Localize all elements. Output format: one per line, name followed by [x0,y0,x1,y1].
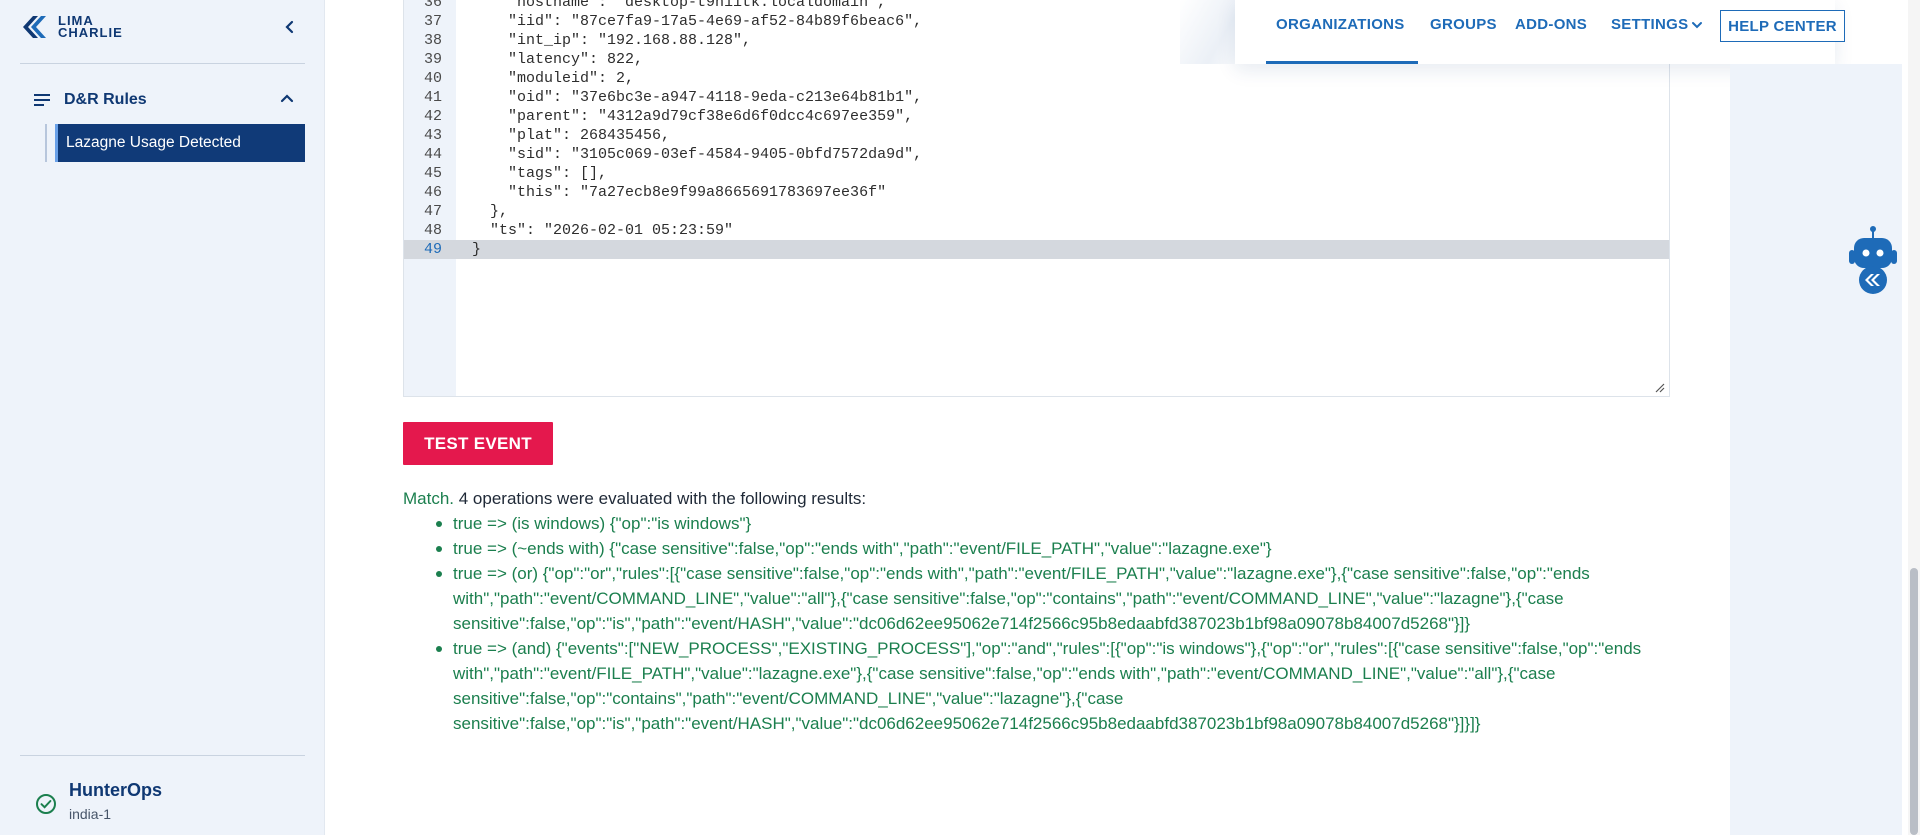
sidebar-item-lazagne-usage-detected[interactable]: Lazagne Usage Detected [55,124,305,162]
line-number: 41 [423,89,442,106]
sidebar: LIMA CHARLIE D&R Rules Lazagne Usage Det… [0,0,325,835]
code-line[interactable]: 43 "plat": 268435456, [404,126,1669,145]
code-line[interactable]: 44 "sid": "3105c069-03ef-4584-9405-0bfd7… [404,145,1669,164]
line-code: "tags": [], [472,165,608,182]
robot-icon[interactable] [1846,224,1900,304]
list-icon [34,94,50,106]
test-event-button[interactable]: TEST EVENT [403,422,553,465]
line-number: 39 [423,51,442,68]
results-list: true => (is windows) {"op":"is windows"}… [403,511,1693,736]
line-code: } [472,241,482,258]
line-code: "int_ip": "192.168.88.128", [472,32,752,49]
line-number: 38 [423,32,442,49]
line-number: 46 [423,184,442,201]
results-summary-text: 4 operations were evaluated with the fol… [454,489,867,508]
org-region: india-1 [69,806,112,822]
logo[interactable]: LIMA CHARLIE [20,14,123,40]
line-code: "this": "7a27ecb8e9f99a8665691783697ee36… [472,184,887,201]
results-summary: Match. 4 operations were evaluated with … [403,486,1693,511]
sidebar-divider-bottom [20,755,305,756]
result-item: true => (and) {"events":["NEW_PROCESS","… [403,636,1693,736]
line-number: 45 [423,165,442,182]
result-item: true => (~ends with) {"case sensitive":f… [403,536,1693,561]
chevron-left-icon [285,20,294,34]
nav-organizations[interactable]: ORGANIZATIONS [1276,16,1405,33]
line-code: "plat": 268435456, [472,127,671,144]
line-code: "moduleid": 2, [472,70,635,87]
app-root: LIMA CHARLIE D&R Rules Lazagne Usage Det… [0,0,1920,835]
line-number: 36 [423,0,442,11]
line-code: "latency": 822, [472,51,644,68]
line-number: 48 [423,222,442,239]
check-circle-icon [36,794,56,814]
line-code: "iid": "87ce7fa9-17a5-4e69-af52-84b89f6b… [472,13,923,30]
nav-tree-line [45,124,47,162]
code-line[interactable]: 47 }, [404,202,1669,221]
right-panel [1730,64,1902,835]
line-number: 37 [423,13,442,30]
code-line[interactable]: 41 "oid": "37e6bc3e-a947-4118-9eda-c213e… [404,88,1669,107]
org-switcher[interactable]: HunterOps india-1 [30,778,310,828]
org-name: HunterOps [69,780,163,800]
line-number: 44 [423,146,442,163]
line-number: 47 [423,203,442,220]
dr-rules-section-header[interactable]: D&R Rules [20,87,300,113]
chevron-down-icon [1692,22,1703,29]
scrollbar-thumb[interactable] [1910,568,1918,835]
code-line[interactable]: 40 "moduleid": 2, [404,69,1669,88]
chevron-up-icon[interactable] [278,89,296,107]
resize-handle-icon[interactable] [1655,383,1665,393]
line-code: }, [472,203,509,220]
code-line[interactable]: 46 "this": "7a27ecb8e9f99a8665691783697e… [404,183,1669,202]
sidebar-divider [20,63,305,64]
section-title: D&R Rules [64,91,147,108]
code-line[interactable]: 42 "parent": "4312a9d79cf38e6d6f0dcc4c69… [404,107,1669,126]
test-results: Match. 4 operations were evaluated with … [403,486,1693,736]
collapse-sidebar-button[interactable] [280,16,300,38]
nav-settings-label: SETTINGS [1611,16,1689,33]
result-item: true => (is windows) {"op":"is windows"} [403,511,1693,536]
nav-add-ons[interactable]: ADD-ONS [1515,16,1587,33]
line-number: 40 [423,70,442,87]
line-number: 42 [423,108,442,125]
code-line[interactable]: 49} [404,240,1669,259]
logo-text-line2: CHARLIE [58,25,123,40]
code-line[interactable]: 48 "ts": "2026-02-01 05:23:59" [404,221,1669,240]
line-code: "parent": "4312a9d79cf38e6d6f0dcc4c697ee… [472,108,914,125]
line-code: "sid": "3105c069-03ef-4584-9405-0bfd7572… [472,146,923,163]
line-code: "hostname": "desktop-t9n1itk.localdomain… [472,0,887,11]
nav-settings[interactable]: SETTINGS [1611,16,1703,33]
nav-groups[interactable]: GROUPS [1430,16,1497,33]
line-code: "oid": "37e6bc3e-a947-4118-9eda-c213e64b… [472,89,923,106]
line-number: 43 [423,127,442,144]
nav-active-underline [1266,61,1418,64]
limacharlie-logo-icon [23,16,46,38]
help-center-button[interactable]: HELP CENTER [1720,10,1845,42]
line-number: 49 [423,241,442,258]
line-code: "ts": "2026-02-01 05:23:59" [472,222,734,239]
code-line[interactable]: 45 "tags": [], [404,164,1669,183]
match-status: Match. [403,489,455,508]
result-item: true => (or) {"op":"or","rules":[{"case … [403,561,1693,636]
